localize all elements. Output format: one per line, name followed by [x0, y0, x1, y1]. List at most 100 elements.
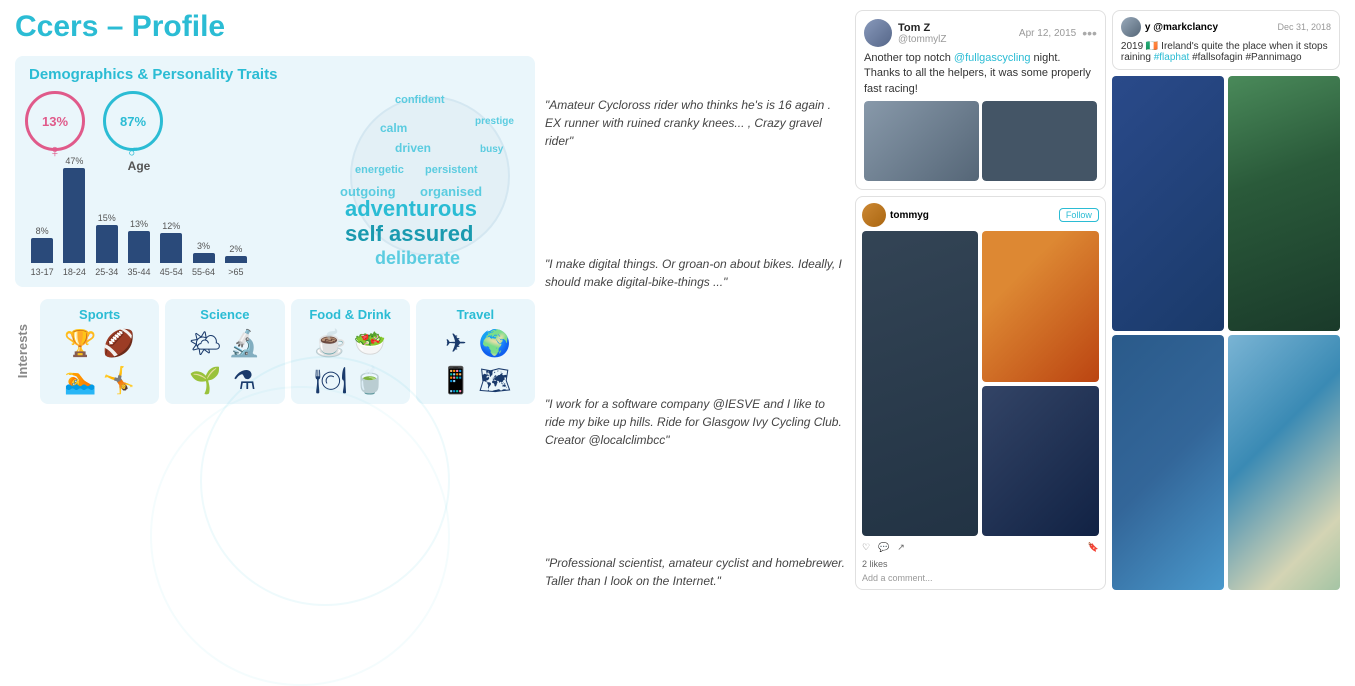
- tweet-handle-1: @tommylZ: [898, 34, 1013, 45]
- interest-icon: ⚗: [228, 365, 261, 396]
- insta-heart-icon[interactable]: ♡: [862, 542, 870, 553]
- insta-avatar: [862, 203, 886, 227]
- instagram-card: tommyg Follow ♡ 💬 ↗ 🔖: [855, 196, 1106, 590]
- bar-age-label: 18-24: [63, 267, 86, 277]
- tweet-text-1: Another top notch @fullgascycling night.…: [864, 51, 1097, 97]
- age-bar-chart: 8%13-1747%18-2415%25-3413%35-4412%45-543…: [29, 177, 249, 277]
- bio-quote: "Professional scientist, amateur cyclist…: [545, 554, 845, 590]
- interest-card: Food & Drink☕🥗🍽🍵: [291, 299, 410, 404]
- bottom-tweet-avatar: [1121, 17, 1141, 37]
- age-bar-col: 15%25-34: [94, 213, 120, 277]
- tweet-img-2: [982, 101, 1097, 181]
- interest-icon: 🔬: [228, 328, 261, 359]
- age-bar-col: 3%55-64: [190, 241, 216, 277]
- insta-photo-2: [982, 386, 1098, 536]
- bar-rect: [31, 238, 53, 263]
- age-bar-col: 47%18-24: [61, 156, 87, 277]
- bar-rect: [193, 253, 215, 263]
- gender-section: 13% ♀ 87% ♂: [29, 91, 159, 151]
- tweet-card-1: Tom Z @tommylZ Apr 12, 2015 ••• Another …: [855, 10, 1106, 190]
- female-symbol: ♀: [48, 141, 62, 162]
- insta-name: tommyg: [890, 210, 1055, 221]
- tweet-name-1: Tom Z: [898, 22, 1013, 34]
- word-cloud: confidentcalmdrivenenergeticpersistentbu…: [335, 86, 525, 266]
- photo-green-hills: [1228, 76, 1340, 331]
- bar-rect: [160, 233, 182, 263]
- bar-age-label: 25-34: [95, 267, 118, 277]
- gender-row: 13% ♀ 87% ♂: [25, 91, 163, 151]
- bar-rect: [63, 168, 85, 263]
- wordcloud-word: deliberate: [375, 248, 460, 269]
- demographics-inner: 13% ♀ 87% ♂: [29, 91, 521, 277]
- photo-selfie: [1112, 335, 1224, 590]
- tweet-img-1: [864, 101, 979, 181]
- social-inner: Tom Z @tommylZ Apr 12, 2015 ••• Another …: [855, 10, 1340, 590]
- interests-wrapper: Interests Sports🏆🏈🏊🤸Science🌤🔬🌱⚗Food & Dr…: [15, 299, 535, 404]
- insta-header: tommyg Follow: [862, 203, 1099, 227]
- insta-comment-icon[interactable]: 💬: [878, 542, 889, 553]
- bio-quote: "Amateur Cycloross rider who thinks he's…: [545, 96, 845, 150]
- bar-percent: 12%: [162, 221, 180, 231]
- interests-label: Interests: [15, 324, 30, 378]
- tweet-link-1[interactable]: @fullgascycling: [954, 52, 1031, 64]
- tweet-date-1: Apr 12, 2015: [1019, 28, 1076, 39]
- interest-icon: 🍵: [353, 365, 386, 396]
- insta-info: tommyg: [890, 210, 1055, 221]
- age-bar-col: 8% 13-17: [29, 226, 55, 277]
- insta-follow-button[interactable]: Follow: [1059, 208, 1099, 222]
- wordcloud-word: self assured: [345, 221, 473, 247]
- interest-icon: 🌤: [189, 328, 222, 359]
- interest-icon: 🌍: [478, 328, 511, 359]
- interest-icon: 📱: [439, 365, 472, 396]
- bar-percent: 2%: [229, 244, 242, 254]
- interest-icon: 🍽: [314, 365, 347, 396]
- interest-icons-grid: 🏆🏈🏊🤸: [64, 328, 135, 396]
- bar-age-label: >65: [228, 267, 243, 277]
- photo-group-cycling: [1112, 76, 1224, 331]
- wordcloud-word: persistent: [425, 164, 478, 176]
- bottom-tweet-handle: y @markclancy: [1145, 22, 1274, 33]
- interest-icons-grid: ☕🥗🍽🍵: [314, 328, 386, 396]
- right-panel-a: Tom Z @tommylZ Apr 12, 2015 ••• Another …: [855, 10, 1106, 590]
- female-circle: 13% ♀: [25, 91, 85, 151]
- bar-percent: 8%: [36, 226, 49, 236]
- wordcloud-word: adventurous: [345, 196, 477, 222]
- insta-photo-main: [862, 231, 978, 536]
- interest-card: Travel✈🌍📱🗺: [416, 299, 535, 404]
- insta-photos: [862, 231, 1099, 536]
- bar-percent: 3%: [197, 241, 210, 251]
- bar-age-label: 45-54: [160, 267, 183, 277]
- photo-coast: [1228, 335, 1340, 590]
- tweet2-link[interactable]: #flaphat: [1154, 52, 1190, 63]
- insta-actions: ♡ 💬 ↗ 🔖: [862, 540, 1099, 555]
- tweet-more-icon[interactable]: •••: [1082, 25, 1097, 41]
- age-bar-col: 13%35-44: [126, 219, 152, 277]
- bottom-tweet-date: Dec 31, 2018: [1277, 22, 1331, 32]
- interest-card-title: Sports: [79, 307, 120, 322]
- page-title: Ccers – Profile: [15, 10, 535, 44]
- interest-card-title: Science: [200, 307, 249, 322]
- left-column: Ccers – Profile Demographics & Personali…: [15, 10, 535, 636]
- interest-card: Sports 🏆🏈🏊🤸: [40, 299, 159, 404]
- bottom-tweet-text: 2019 🇮🇪 Ireland's quite the place when i…: [1121, 41, 1331, 63]
- bio-column: "Amateur Cycloross rider who thinks he's…: [545, 10, 845, 636]
- tweet-avatar-1: [864, 19, 892, 47]
- interest-icon: 🏈: [103, 328, 135, 359]
- tweet-user-1: Tom Z @tommylZ: [898, 22, 1013, 45]
- bottom-tweet-header: y @markclancy Dec 31, 2018: [1121, 17, 1331, 37]
- interest-icon: 🥗: [353, 328, 386, 359]
- demographics-card: Demographics & Personality Traits 13% ♀: [15, 56, 535, 287]
- bar-percent: 13%: [130, 219, 148, 229]
- tweet-images-1: [864, 101, 1097, 181]
- insta-bookmark-icon[interactable]: 🔖: [1088, 542, 1099, 553]
- age-section: Age 8%13-1747%18-2415%25-3413%35-4412%45…: [29, 159, 249, 277]
- interest-icon: 🤸: [103, 365, 135, 396]
- interest-icon: ☕: [314, 328, 347, 359]
- bar-rect: [225, 256, 247, 263]
- insta-share-icon[interactable]: ↗: [897, 542, 905, 553]
- wordcloud-word: calm: [380, 121, 407, 135]
- bar-age-label: 13-17: [31, 267, 54, 277]
- female-percent: 13%: [42, 114, 68, 129]
- interest-icon: 🗺: [478, 365, 511, 396]
- bio-quote: "I make digital things. Or groan-on abou…: [545, 255, 845, 291]
